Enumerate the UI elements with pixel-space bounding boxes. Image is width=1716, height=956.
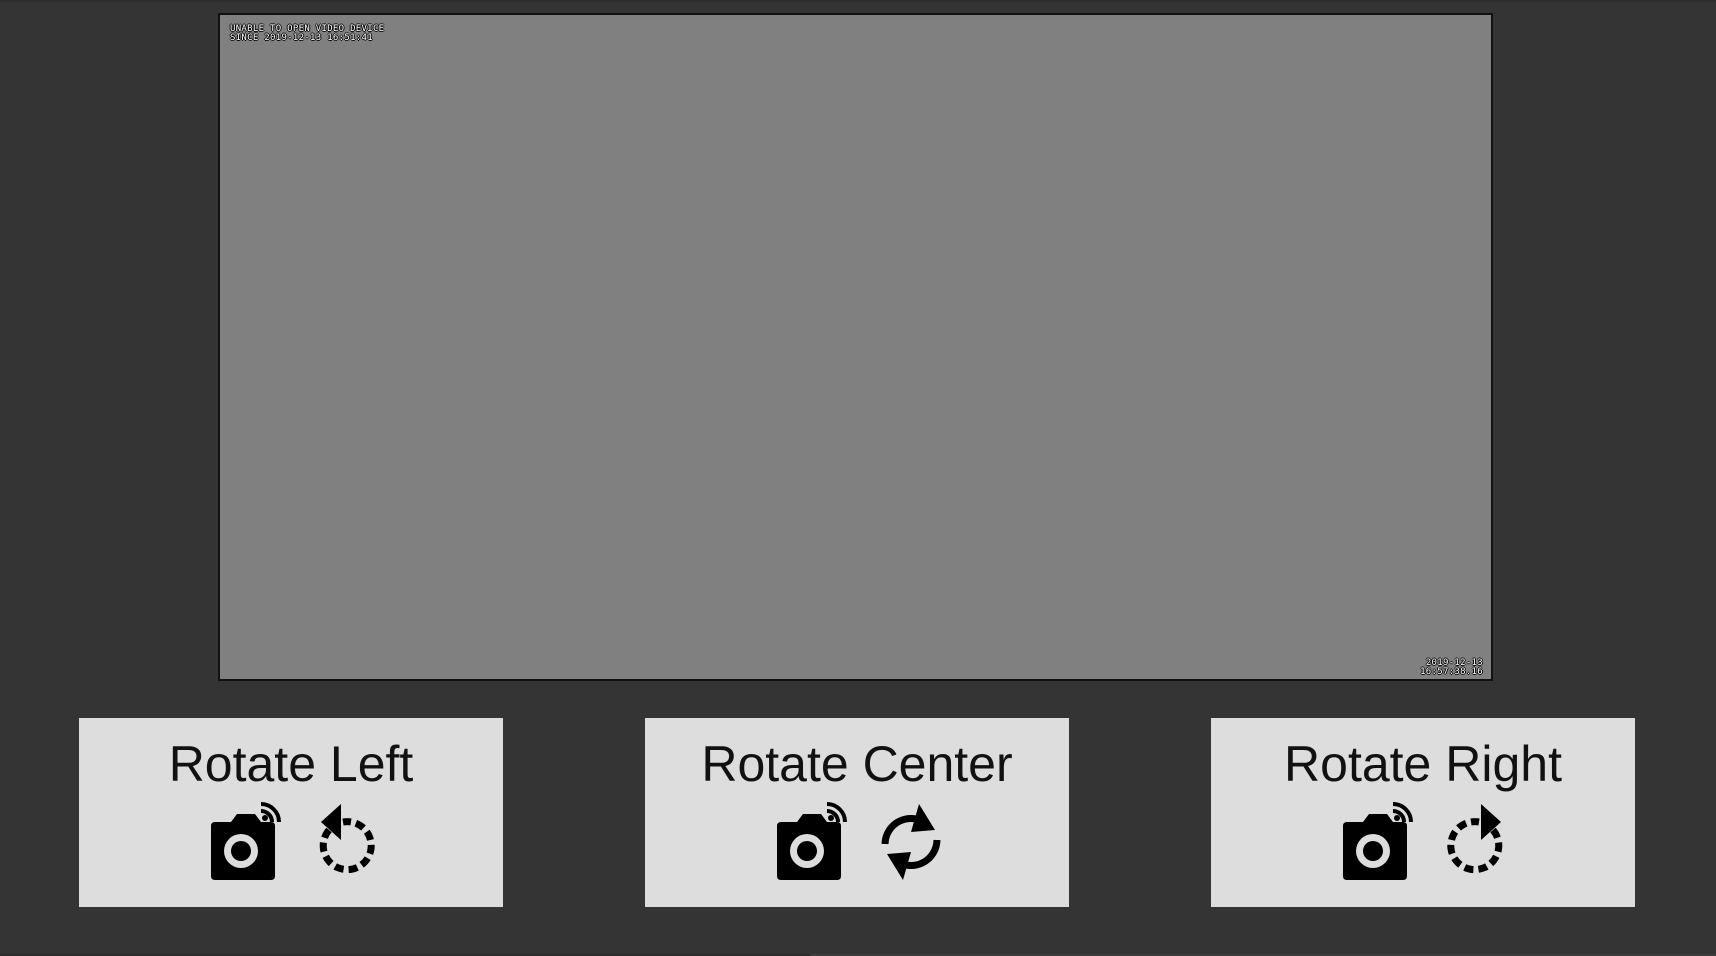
remote-camera-icon — [1335, 800, 1415, 880]
remote-camera-icon — [769, 800, 849, 880]
rotate-center-button[interactable]: Rotate Center — [645, 718, 1069, 907]
rotate-right-label: Rotate Right — [1284, 736, 1562, 792]
video-error-overlay: UNABLE TO OPEN VIDEO DEVICE SINCE 2019-1… — [230, 25, 384, 43]
rotate-left-label: Rotate Left — [168, 736, 414, 792]
rotate-left-button[interactable]: Rotate Left — [79, 718, 503, 907]
top-divider — [0, 0, 1716, 2]
rotate-center-label: Rotate Center — [701, 736, 1013, 792]
video-time: 16:57:38.16 — [1420, 667, 1483, 677]
sync-icon — [871, 800, 951, 880]
rotate-right-icon — [1437, 800, 1517, 880]
rotate-left-icon — [305, 800, 385, 880]
video-timestamp: 2019-12-13 16:57:38.16 — [1420, 659, 1483, 677]
video-error-since: SINCE 2019-12-13 16:51:41 — [230, 33, 373, 43]
remote-camera-icon — [203, 800, 283, 880]
rotate-right-button[interactable]: Rotate Right — [1211, 718, 1635, 907]
video-feed: UNABLE TO OPEN VIDEO DEVICE SINCE 2019-1… — [218, 13, 1493, 681]
